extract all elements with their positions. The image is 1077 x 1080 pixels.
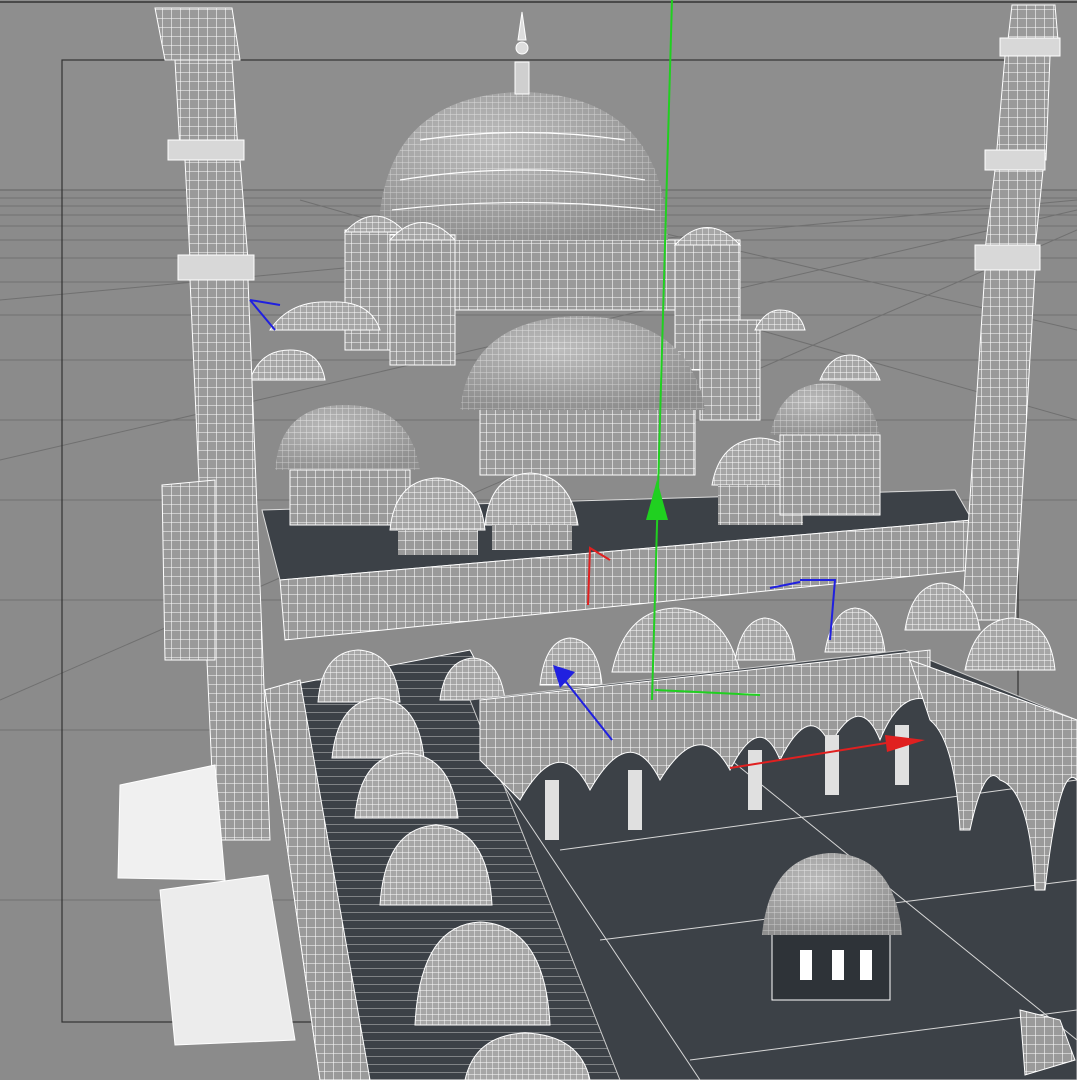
viewport-canvas[interactable]: [0, 0, 1077, 1080]
3d-viewport[interactable]: [0, 0, 1077, 1080]
